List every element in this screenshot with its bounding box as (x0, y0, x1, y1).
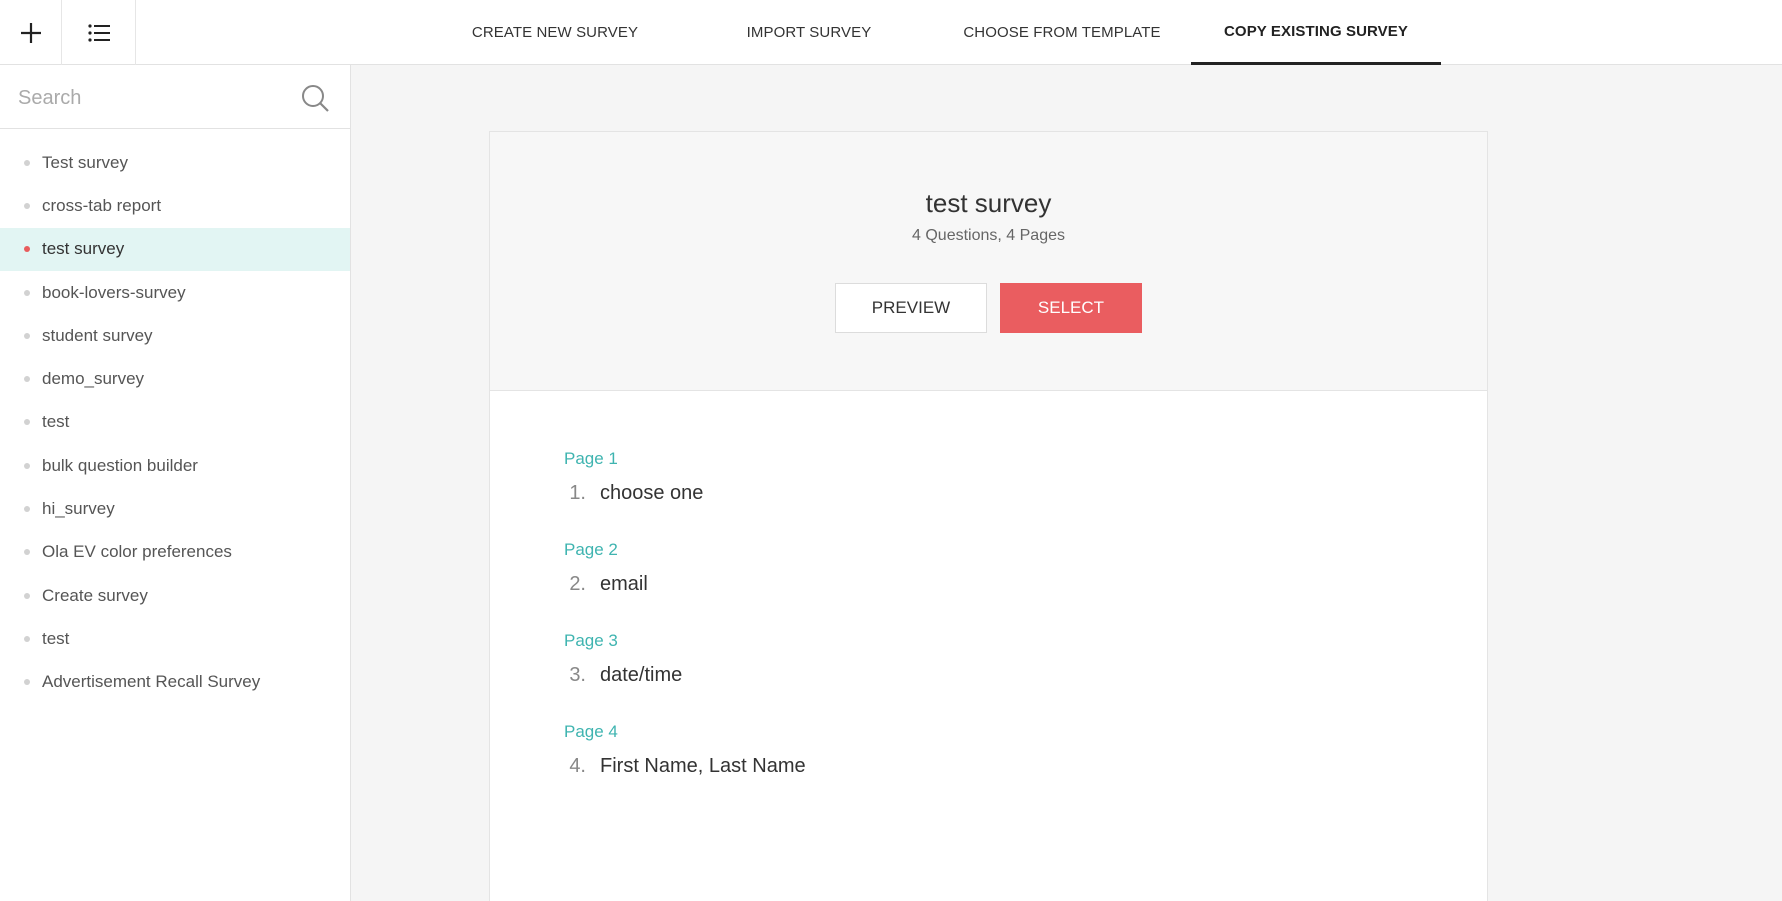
survey-source-tabs: CREATE NEW SURVEY IMPORT SURVEY CHOOSE F… (0, 0, 1782, 65)
survey-item-label: Test survey (42, 152, 128, 172)
survey-item-label: test (42, 628, 70, 648)
bullet-icon (24, 635, 30, 642)
bullet-icon (24, 202, 30, 209)
page-label: Page 2 (564, 540, 618, 559)
question-row: 3. date/time (564, 664, 806, 692)
bullet-icon (24, 679, 30, 686)
survey-item-label: Ola EV color preferences (42, 542, 232, 562)
survey-list-item[interactable]: test (0, 617, 350, 660)
question-number: 4. (569, 755, 586, 777)
survey-item-label: demo_survey (42, 369, 145, 389)
page-block: Page 1 1. choose one (564, 448, 806, 510)
survey-item-label: test survey (42, 239, 125, 259)
survey-title: test survey (925, 188, 1052, 218)
question-row: 2. email (564, 573, 806, 601)
page-block: Page 3 3. date/time (564, 630, 806, 692)
bullet-icon (24, 506, 30, 513)
survey-list-item[interactable]: book-lovers-survey (0, 271, 350, 314)
survey-list-item[interactable]: bulk question builder (0, 444, 350, 487)
tab-import-survey[interactable]: IMPORT SURVEY (726, 0, 892, 65)
survey-item-label: Advertisement Recall Survey (42, 672, 261, 692)
survey-list-item[interactable]: cross-tab report (0, 184, 350, 227)
tab-copy-existing-survey[interactable]: COPY EXISTING SURVEY (1191, 0, 1441, 65)
bullet-icon (24, 246, 30, 253)
survey-list-item-selected[interactable]: test survey (0, 227, 350, 271)
survey-item-label: Create survey (42, 585, 148, 605)
survey-list-item[interactable]: Advertisement Recall Survey (0, 661, 350, 704)
survey-list-item[interactable]: student survey (0, 314, 350, 357)
survey-meta: 4 Questions, 4 Pages (912, 227, 1065, 244)
question-text: choose one (600, 482, 704, 504)
survey-item-label: student survey (42, 325, 153, 345)
select-button[interactable]: SELECT (1000, 283, 1142, 333)
survey-list: Test survey cross-tab report test survey… (0, 129, 350, 704)
survey-list-item[interactable]: demo_survey (0, 357, 350, 400)
survey-item-label: cross-tab report (42, 195, 162, 215)
question-text: First Name, Last Name (600, 755, 806, 777)
question-row: 1. choose one (564, 482, 806, 510)
survey-item-label: test (42, 412, 70, 432)
bullet-icon (24, 462, 30, 469)
search-input[interactable] (16, 79, 290, 117)
bullet-icon (24, 159, 30, 166)
search-icon[interactable] (300, 83, 330, 113)
main-content: test survey 4 Questions, 4 Pages PREVIEW… (351, 65, 1782, 901)
page-block: Page 4 4. First Name, Last Name (564, 721, 806, 783)
bullet-icon (24, 376, 30, 383)
top-bar: CREATE NEW SURVEY IMPORT SURVEY CHOOSE F… (0, 0, 1782, 65)
survey-list-item[interactable]: Ola EV color preferences (0, 531, 350, 574)
tab-choose-from-template[interactable]: CHOOSE FROM TEMPLATE (944, 0, 1180, 65)
bullet-icon (24, 332, 30, 339)
survey-item-label: book-lovers-survey (42, 282, 186, 302)
page-label: Page 1 (564, 449, 618, 468)
question-text: date/time (600, 664, 683, 686)
preview-button[interactable]: PREVIEW (835, 283, 987, 333)
bullet-icon (24, 549, 30, 556)
tab-create-new-survey[interactable]: CREATE NEW SURVEY (462, 0, 648, 65)
question-number: 2. (569, 573, 586, 595)
bullet-icon (24, 289, 30, 296)
survey-sidebar: Test survey cross-tab report test survey… (0, 65, 351, 901)
survey-item-label: hi_survey (42, 499, 115, 519)
bullet-icon (24, 592, 30, 599)
question-text: email (600, 573, 648, 595)
survey-list-item[interactable]: hi_survey (0, 487, 350, 530)
survey-item-label: bulk question builder (42, 455, 198, 475)
survey-preview-header: test survey 4 Questions, 4 Pages PREVIEW… (490, 132, 1487, 391)
survey-preview-card: test survey 4 Questions, 4 Pages PREVIEW… (489, 131, 1488, 901)
question-row: 4. First Name, Last Name (564, 755, 806, 783)
bullet-icon (24, 419, 30, 426)
page-block: Page 2 2. email (564, 539, 806, 601)
question-number: 3. (569, 664, 586, 686)
page-label: Page 4 (564, 722, 618, 741)
survey-pages: Page 1 1. choose one Page 2 2. email Pag… (564, 448, 806, 812)
survey-list-item[interactable]: Test survey (0, 141, 350, 184)
survey-list-item[interactable]: test (0, 401, 350, 444)
question-number: 1. (569, 482, 586, 504)
search-box (0, 65, 350, 129)
survey-list-item[interactable]: Create survey (0, 574, 350, 617)
page-label: Page 3 (564, 631, 618, 650)
